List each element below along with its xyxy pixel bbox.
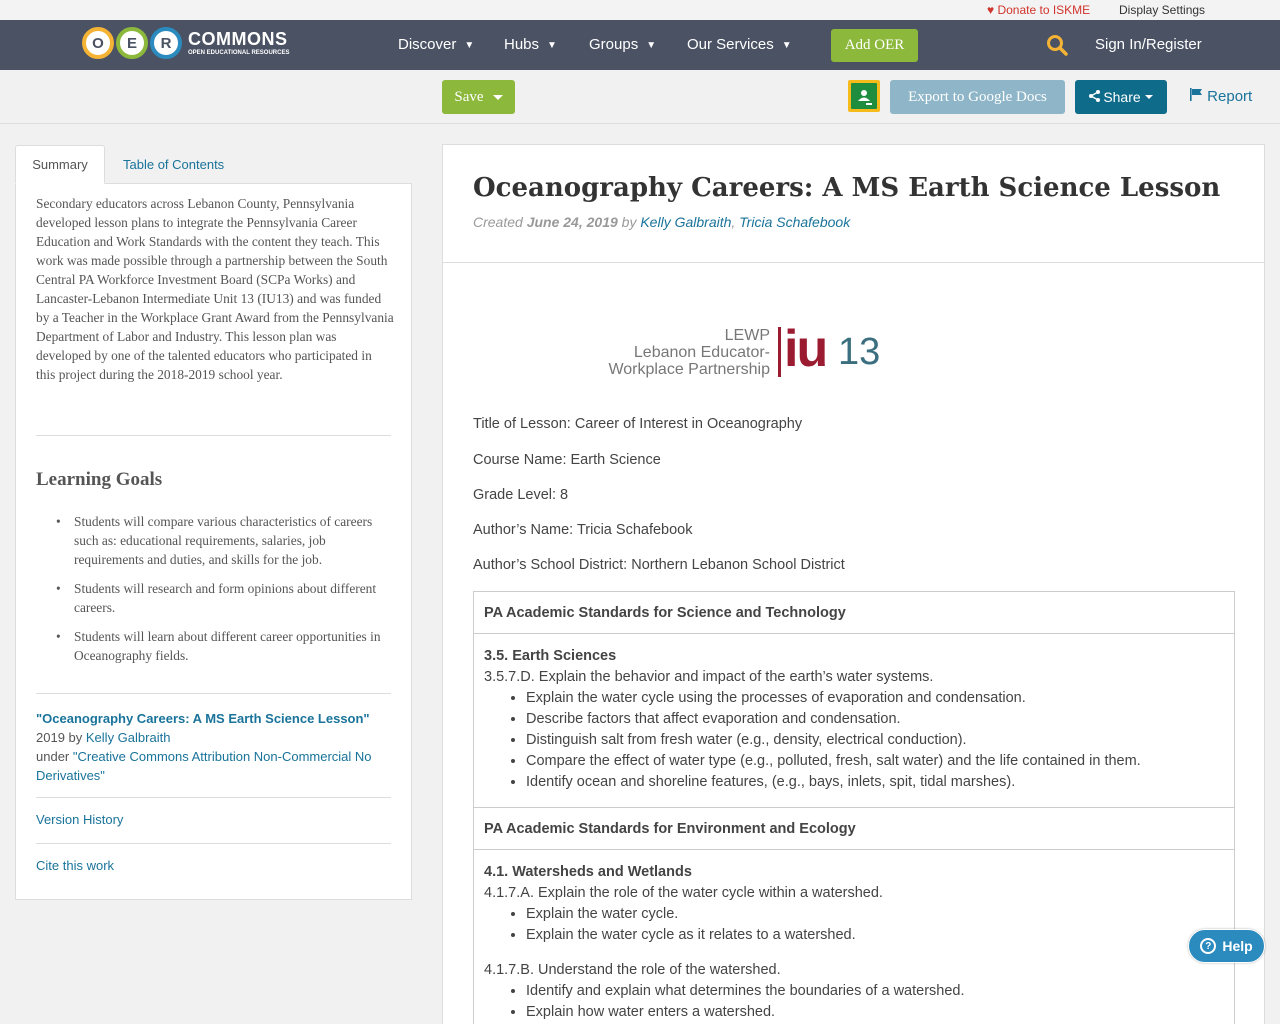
standards-list: Explain the water cycle using the proces… xyxy=(484,688,1224,793)
report-button[interactable]: Report xyxy=(1190,88,1252,105)
page-title: Oceanography Careers: A MS Earth Science… xyxy=(473,173,1221,203)
iu-logo-number: 13 xyxy=(838,331,881,373)
question-icon: ? xyxy=(1200,938,1217,954)
sidebar: Summary Table of Contents Secondary educ… xyxy=(15,145,412,900)
nav-groups[interactable]: Groups ▼ xyxy=(589,36,656,53)
byline: Created June 24, 2019 by Kelly Galbraith… xyxy=(473,214,851,230)
search-icon[interactable] xyxy=(1046,34,1068,56)
export-google-docs-button[interactable]: Export to Google Docs xyxy=(890,80,1065,114)
summary-panel: Secondary educators across Lebanon Count… xyxy=(15,183,412,900)
chevron-down-icon: ▼ xyxy=(464,40,475,51)
divider xyxy=(36,693,391,694)
chevron-down-icon: ▼ xyxy=(646,40,657,51)
author-link[interactable]: Tricia Schafebook xyxy=(739,214,850,230)
donate-link[interactable]: ♥ Donate to ISKME xyxy=(987,3,1090,17)
oer-commons-logo[interactable]: O E R COMMONS OPEN EDUCATIONAL RESOURCES xyxy=(82,26,289,60)
cite-this-work-link[interactable]: Cite this work xyxy=(36,858,114,873)
standards-list: Identify and explain what determines the… xyxy=(484,981,1224,1023)
author-name-line: Author’s Name: Tricia Schafebook xyxy=(473,522,693,538)
display-settings-link[interactable]: Display Settings xyxy=(1119,3,1205,17)
standards-lead: 3.5.7.D. Explain the behavior and impact… xyxy=(484,669,934,685)
standards-list: Explain the water cycle. Explain the wat… xyxy=(484,904,1224,946)
standards-body: 3.5. Earth Sciences 3.5.7.D. Explain the… xyxy=(474,634,1234,808)
heart-icon: ♥ xyxy=(987,3,995,17)
standards-subheading: 3.5. Earth Sciences xyxy=(484,648,617,664)
utility-bar: ♥ Donate to ISKME Display Settings xyxy=(0,0,1280,20)
logo-text: COMMONS OPEN EDUCATIONAL RESOURCES xyxy=(188,29,290,56)
nav-our-services[interactable]: Our Services ▼ xyxy=(687,36,792,53)
help-button[interactable]: ? Help xyxy=(1188,929,1265,963)
standards-body: 4.1. Watersheds and Wetlands 4.1.7.A. Ex… xyxy=(474,850,1234,1024)
summary-text: Secondary educators across Lebanon Count… xyxy=(36,196,394,382)
logo-circle-o: O xyxy=(82,27,114,59)
share-button[interactable]: Share xyxy=(1075,80,1167,114)
nav-discover[interactable]: Discover ▼ xyxy=(398,36,474,53)
created-date: June 24, 2019 xyxy=(526,214,618,230)
standards-lead: 4.1.7.A. Explain the role of the water c… xyxy=(484,885,883,901)
list-item: Describe factors that affect evaporation… xyxy=(526,709,1224,730)
list-item: Distinguish salt from fresh water (e.g.,… xyxy=(526,730,1224,751)
lewp-text: LEWP Lebanon Educator- Workplace Partner… xyxy=(608,327,770,378)
author-link[interactable]: Kelly Galbraith xyxy=(640,214,731,230)
attribution-author-link[interactable]: Kelly Galbraith xyxy=(86,730,171,745)
google-classroom-icon[interactable] xyxy=(848,80,880,112)
main-navbar: O E R COMMONS OPEN EDUCATIONAL RESOURCES… xyxy=(0,20,1280,70)
standards-lead: 4.1.7.B. Understand the role of the wate… xyxy=(484,962,781,978)
chevron-down-icon: ▼ xyxy=(781,40,792,51)
flag-icon xyxy=(1190,88,1207,105)
list-item: Students will learn about different care… xyxy=(56,627,391,665)
grade-level-line: Grade Level: 8 xyxy=(473,487,569,503)
add-oer-button[interactable]: Add OER xyxy=(831,29,918,62)
list-item: Compare the effect of water type (e.g., … xyxy=(526,751,1224,772)
lesson-title-line: Title of Lesson: Career of Interest in O… xyxy=(473,416,803,432)
standards-header: PA Academic Standards for Science and Te… xyxy=(474,592,1234,634)
resource-toolbar: Save Export to Google Docs Share Report xyxy=(0,70,1280,124)
banner-bar xyxy=(778,327,781,377)
tab-table-of-contents[interactable]: Table of Contents xyxy=(123,145,224,184)
list-item: Students will compare various characteri… xyxy=(56,512,391,569)
main-content: Oceanography Careers: A MS Earth Science… xyxy=(442,144,1265,1024)
list-item: Explain how water enters a watershed. xyxy=(526,1002,1224,1023)
divider xyxy=(36,797,391,798)
version-history-link[interactable]: Version History xyxy=(36,812,123,827)
caret-down-icon xyxy=(492,94,503,100)
sign-in-register-link[interactable]: Sign In/Register xyxy=(1095,36,1202,53)
course-name-line: Course Name: Earth Science xyxy=(473,452,661,468)
caret-down-icon xyxy=(1144,95,1153,99)
attribution: "Oceanography Careers: A MS Earth Scienc… xyxy=(36,711,372,783)
share-icon xyxy=(1089,89,1101,105)
list-item: Explain the water cycle. xyxy=(526,904,1224,925)
list-item: Identify ocean and shoreline features, (… xyxy=(526,772,1224,793)
license-link[interactable]: "Creative Commons Attribution Non-Commer… xyxy=(36,749,372,783)
list-item: Explain the water cycle as it relates to… xyxy=(526,925,1224,946)
standards-table: PA Academic Standards for Science and Te… xyxy=(473,591,1235,1024)
lewp-iu13-banner: LEWP Lebanon Educator- Workplace Partner… xyxy=(598,320,881,381)
sidebar-tabs: Summary Table of Contents xyxy=(15,145,412,184)
divider xyxy=(36,843,391,844)
logo-circle-e: E xyxy=(116,27,148,59)
divider xyxy=(36,435,391,436)
iu-logo-text: iu xyxy=(784,320,828,378)
attribution-title-link[interactable]: "Oceanography Careers: A MS Earth Scienc… xyxy=(36,711,370,726)
learning-goals-title: Learning Goals xyxy=(36,469,163,490)
save-button[interactable]: Save xyxy=(442,80,515,114)
tab-summary[interactable]: Summary xyxy=(15,145,105,184)
learning-goals-list: Students will compare various characteri… xyxy=(56,512,391,675)
logo-circle-r: R xyxy=(150,27,182,59)
standards-header: PA Academic Standards for Environment an… xyxy=(474,808,1234,850)
chevron-down-icon: ▼ xyxy=(547,40,557,51)
list-item: Students will research and form opinions… xyxy=(56,579,391,617)
list-item: Identify and explain what determines the… xyxy=(526,981,1224,1002)
divider xyxy=(443,262,1264,263)
list-item: Explain the water cycle using the proces… xyxy=(526,688,1224,709)
nav-hubs[interactable]: Hubs ▼ xyxy=(504,36,557,53)
school-district-line: Author’s School District: Northern Leban… xyxy=(473,557,845,573)
standards-subheading: 4.1. Watersheds and Wetlands xyxy=(484,864,692,880)
